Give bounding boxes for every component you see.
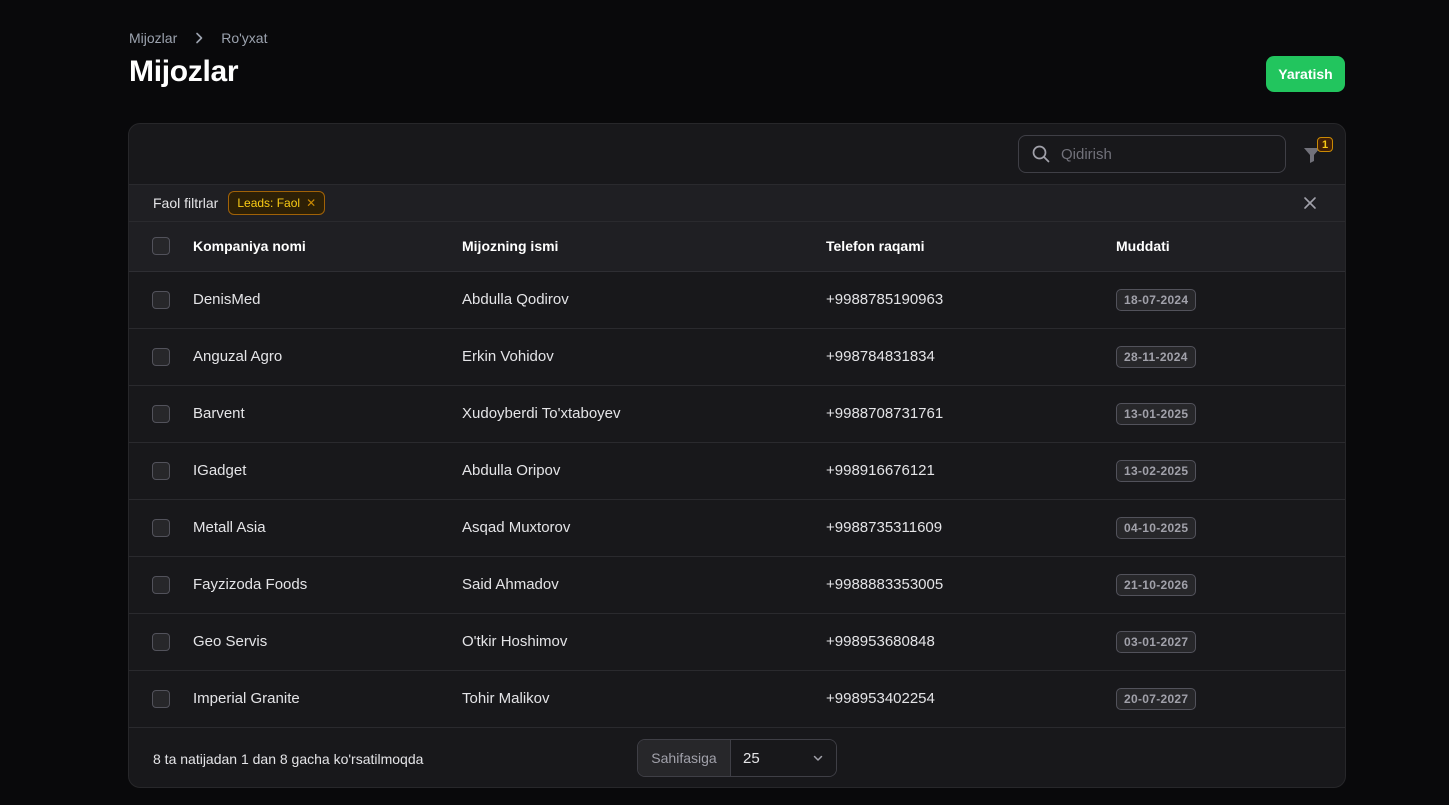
active-filters-bar: Faol filtrlar Leads: Faol ✕ — [129, 185, 1345, 222]
breadcrumb: Mijozlar Ro'yxat — [129, 30, 267, 46]
create-button[interactable]: Yaratish — [1266, 56, 1345, 92]
per-page-value: 25 — [743, 749, 760, 767]
due-date-badge: 20-07-2027 — [1116, 687, 1197, 710]
table-row[interactable]: Barvent Xudoyberdi To'xtaboyev +99887087… — [129, 385, 1345, 442]
client-cell: Abdulla Oripov — [462, 462, 561, 479]
page-title: Mijozlar — [129, 55, 239, 88]
client-cell: Abdulla Qodirov — [462, 291, 569, 308]
row-checkbox[interactable] — [152, 689, 170, 708]
per-page-control: Sahifasiga 25 — [637, 739, 837, 777]
row-checkbox[interactable] — [152, 518, 170, 537]
due-date-badge: 03-01-2027 — [1116, 630, 1197, 653]
due-date-badge: 13-02-2025 — [1116, 459, 1197, 482]
chevron-right-icon — [191, 30, 207, 46]
due-date-badge: 18-07-2024 — [1116, 288, 1197, 311]
table-row[interactable]: DenisMed Abdulla Qodirov +9988785190963 … — [129, 271, 1345, 328]
phone-cell: +9988785190963 — [826, 291, 944, 308]
due-date-badge: 28-11-2024 — [1116, 345, 1196, 368]
row-checkbox[interactable] — [152, 290, 170, 309]
clients-table-card: 1 Faol filtrlar Leads: Faol ✕ Kompaniya … — [128, 123, 1346, 788]
row-checkbox[interactable] — [152, 461, 170, 480]
table-row[interactable]: Metall Asia Asqad Muxtorov +998873531160… — [129, 499, 1345, 556]
company-cell: Metall Asia — [193, 519, 266, 536]
select-all-cell — [129, 222, 193, 271]
clients-table: Kompaniya nomi Mijozning ismi Telefon ra… — [129, 222, 1345, 728]
phone-cell: +998953402254 — [826, 690, 935, 707]
phone-cell: +9988735311609 — [826, 519, 943, 536]
client-cell: O'tkir Hoshimov — [462, 633, 568, 650]
table-row[interactable]: Imperial Granite Tohir Malikov +99895340… — [129, 670, 1345, 727]
row-checkbox[interactable] — [152, 632, 170, 651]
filter-count-badge: 1 — [1317, 137, 1333, 152]
breadcrumb-link-clients[interactable]: Mijozlar — [129, 30, 177, 46]
column-header-client[interactable]: Mijozning ismi — [462, 222, 826, 271]
due-date-badge: 13-01-2025 — [1116, 402, 1197, 425]
column-header-company[interactable]: Kompaniya nomi — [193, 222, 462, 271]
breadcrumb-current: Ro'yxat — [221, 30, 268, 46]
search-icon — [1032, 145, 1050, 163]
table-header-row: Kompaniya nomi Mijozning ismi Telefon ra… — [129, 222, 1345, 271]
clear-filters-icon[interactable] — [1303, 196, 1317, 210]
client-cell: Asqad Muxtorov — [462, 519, 571, 536]
table-row[interactable]: IGadget Abdulla Oripov +998916676121 13-… — [129, 442, 1345, 499]
table-toolbar: 1 — [129, 124, 1345, 185]
per-page-select[interactable]: 25 — [731, 740, 836, 776]
row-checkbox[interactable] — [152, 404, 170, 423]
phone-cell: +998916676121 — [826, 462, 935, 479]
client-cell: Tohir Malikov — [462, 690, 550, 707]
search-box[interactable] — [1018, 135, 1286, 173]
due-date-badge: 04-10-2025 — [1116, 516, 1197, 539]
phone-cell: +998784831834 — [826, 348, 935, 365]
table-footer: 8 ta natijadan 1 dan 8 gacha ko'rsatilmo… — [129, 727, 1345, 787]
column-header-phone[interactable]: Telefon raqami — [826, 222, 1116, 271]
company-cell: Geo Servis — [193, 633, 268, 650]
row-checkbox[interactable] — [152, 575, 170, 594]
client-cell: Said Ahmadov — [462, 576, 559, 593]
company-cell: Barvent — [193, 405, 245, 422]
phone-cell: +9988883353005 — [826, 576, 944, 593]
due-date-badge: 21-10-2026 — [1116, 573, 1197, 596]
pagination-summary: 8 ta natijadan 1 dan 8 gacha ko'rsatilmo… — [153, 751, 424, 767]
company-cell: IGadget — [193, 462, 247, 479]
remove-filter-icon[interactable]: ✕ — [306, 196, 316, 210]
table-row[interactable]: Anguzal Agro Erkin Vohidov +998784831834… — [129, 328, 1345, 385]
company-cell: Anguzal Agro — [193, 348, 283, 365]
company-cell: DenisMed — [193, 291, 261, 308]
table-row[interactable]: Geo Servis O'tkir Hoshimov +998953680848… — [129, 613, 1345, 670]
select-all-checkbox[interactable] — [152, 237, 170, 256]
company-cell: Imperial Granite — [193, 690, 300, 707]
search-input[interactable] — [1061, 145, 1261, 163]
filter-chip-label: Leads: Faol — [237, 196, 301, 210]
phone-cell: +9988708731761 — [826, 405, 944, 422]
row-checkbox[interactable] — [152, 347, 170, 366]
client-cell: Erkin Vohidov — [462, 348, 554, 365]
column-header-due[interactable]: Muddati — [1116, 222, 1345, 271]
company-cell: Fayzizoda Foods — [193, 576, 308, 593]
client-cell: Xudoyberdi To'xtaboyev — [462, 405, 621, 422]
per-page-label: Sahifasiga — [638, 740, 731, 776]
filter-chip: Leads: Faol ✕ — [228, 191, 326, 215]
chevron-down-icon — [813, 755, 823, 761]
active-filters-label: Faol filtrlar — [153, 195, 219, 211]
table-row[interactable]: Fayzizoda Foods Said Ahmadov +9988883353… — [129, 556, 1345, 613]
phone-cell: +998953680848 — [826, 633, 935, 650]
